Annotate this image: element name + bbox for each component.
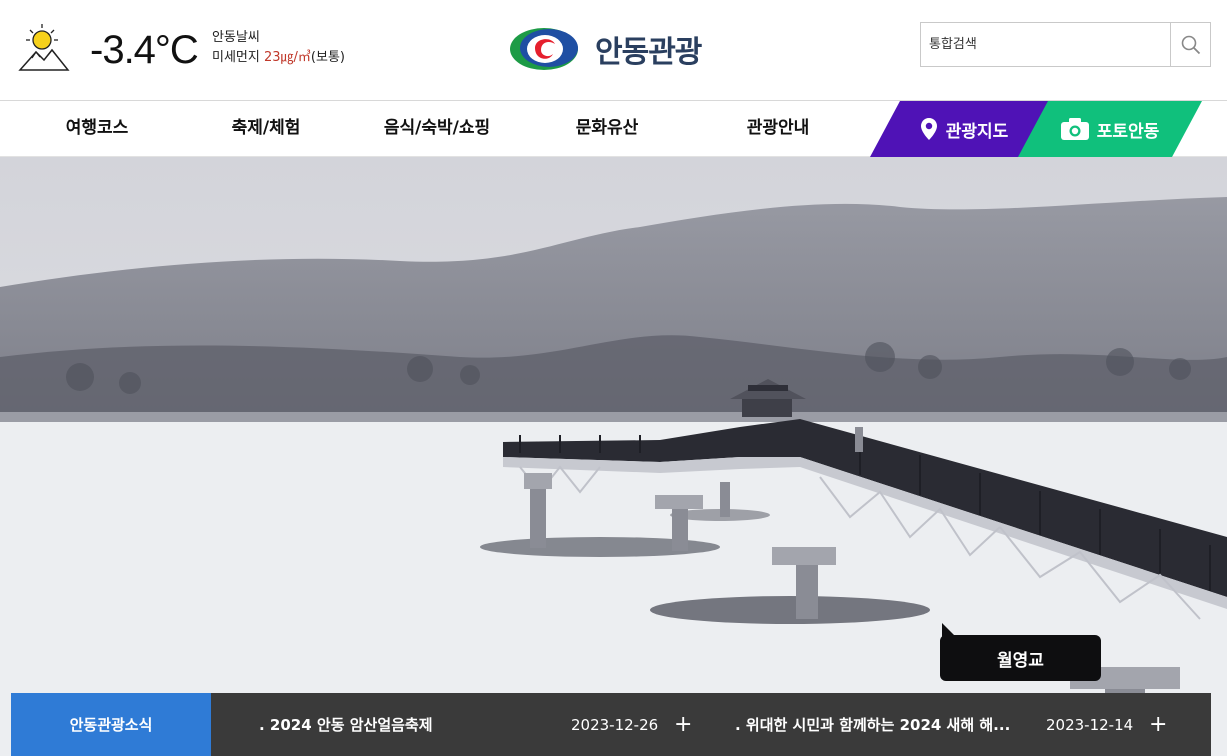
tour-map-label: 관광지도 <box>945 121 1009 142</box>
news-item[interactable]: . 2024 안동 암산얼음축제 2023-12-26 + <box>259 693 699 756</box>
news-title[interactable]: . 2024 안동 암산얼음축제 <box>259 714 433 735</box>
nav-item-tour-info[interactable]: 관광안내 <box>747 101 810 157</box>
dust-info: 미세먼지 23㎍/㎥(보통) <box>212 48 345 68</box>
photo-andong-button[interactable]: 포토안동 <box>1018 101 1202 157</box>
dust-value: 23㎍/㎥ <box>263 50 311 65</box>
hero-caption: 월영교 <box>940 623 1101 681</box>
hero-banner: 월영교 <box>0 157 1227 756</box>
location-pin-icon <box>920 118 938 140</box>
news-label: 안동관광소식 <box>11 693 211 756</box>
plus-icon[interactable]: + <box>674 712 692 737</box>
news-item[interactable]: . 위대한 시민과 함께하는 2024 새해 해... 2023-12-14 + <box>735 693 1175 756</box>
site-logo[interactable]: 안동관광 <box>509 26 702 72</box>
logo-text: 안동관광 <box>595 35 702 70</box>
news-bar: 안동관광소식 . 2024 안동 암산얼음축제 2023-12-26 + . 위… <box>11 693 1211 756</box>
dust-label: 미세먼지 <box>212 50 260 65</box>
nav-item-festival[interactable]: 축제/체험 <box>232 101 301 157</box>
news-date: 2023-12-26 <box>571 715 659 734</box>
nav-item-food-stay-shopping[interactable]: 음식/숙박/쇼핑 <box>384 101 490 157</box>
camera-icon <box>1061 118 1089 140</box>
sun-mountain-icon <box>18 24 70 71</box>
dust-status: (보통) <box>310 50 345 65</box>
weather-details: 안동날씨 미세먼지 23㎍/㎥(보통) <box>212 28 345 68</box>
nav-item-travel-course[interactable]: 여행코스 <box>66 101 129 157</box>
news-title[interactable]: . 위대한 시민과 함께하는 2024 새해 해... <box>735 714 1010 735</box>
search-button[interactable] <box>1170 23 1210 66</box>
site-header: -3.4°C 안동날씨 미세먼지 23㎍/㎥(보통) 안동관광 <box>0 0 1227 101</box>
search-icon <box>1181 35 1200 54</box>
weather-widget: -3.4°C 안동날씨 미세먼지 23㎍/㎥(보통) <box>18 22 345 74</box>
main-nav: 여행코스 축제/체험 음식/숙박/쇼핑 문화유산 관광안내 관광지도 포토안동 <box>0 101 1227 157</box>
search-input[interactable] <box>921 23 1170 66</box>
search-box <box>920 22 1211 67</box>
weather-title: 안동날씨 <box>212 30 260 45</box>
nav-item-heritage[interactable]: 문화유산 <box>576 101 639 157</box>
andong-logo-icon <box>510 28 578 70</box>
temperature: -3.4°C <box>90 28 199 72</box>
photo-andong-label: 포토안동 <box>1096 121 1160 142</box>
plus-icon[interactable]: + <box>1149 712 1167 737</box>
news-date: 2023-12-14 <box>1046 715 1134 734</box>
